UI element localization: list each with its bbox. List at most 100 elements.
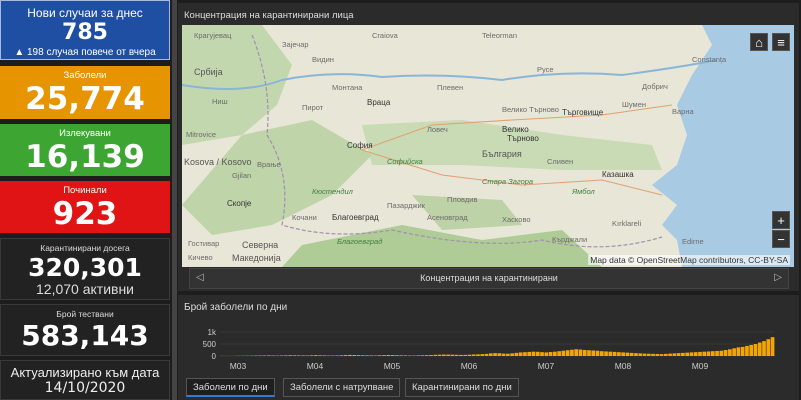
tab-cumulative-cases[interactable]: Заболели с натрупване (283, 378, 401, 397)
bar[interactable] (510, 353, 514, 356)
bar[interactable] (557, 351, 561, 356)
bar[interactable] (437, 354, 442, 356)
bar[interactable] (309, 355, 314, 356)
bar[interactable] (698, 351, 702, 356)
bar[interactable] (518, 352, 523, 356)
bar[interactable] (390, 355, 395, 356)
bar[interactable] (578, 349, 583, 356)
bar[interactable] (266, 355, 271, 356)
bar[interactable] (553, 351, 557, 356)
bar[interactable] (621, 352, 625, 356)
bar[interactable] (352, 355, 357, 356)
bar[interactable] (296, 355, 301, 356)
bar[interactable] (570, 349, 574, 356)
bar[interactable] (587, 350, 591, 356)
bar[interactable] (646, 353, 651, 356)
legend-list-icon[interactable]: ≡ (772, 33, 790, 51)
bar[interactable] (288, 355, 292, 356)
bar[interactable] (279, 355, 284, 356)
bar[interactable] (617, 352, 621, 356)
bar[interactable] (305, 355, 310, 356)
bar[interactable] (386, 355, 391, 356)
bar[interactable] (343, 355, 348, 356)
tab-daily-quarantined[interactable]: Карантинирани по дни (405, 378, 519, 397)
bar[interactable] (685, 352, 690, 356)
bar[interactable] (403, 355, 408, 356)
bar[interactable] (514, 352, 519, 356)
bar[interactable] (693, 352, 698, 356)
bar[interactable] (535, 351, 540, 356)
home-icon[interactable]: ⌂ (750, 33, 768, 51)
bar[interactable] (420, 355, 425, 356)
bar[interactable] (689, 352, 694, 356)
bar[interactable] (335, 355, 339, 356)
bar[interactable] (313, 355, 318, 356)
bar[interactable] (365, 355, 369, 356)
bar[interactable] (642, 353, 647, 356)
bar[interactable] (540, 352, 544, 356)
bar[interactable] (339, 355, 344, 356)
map-view[interactable]: Крагујевац Зајечар Craiova Teleorman Рус… (182, 25, 794, 267)
bar[interactable] (450, 354, 455, 356)
bar[interactable] (681, 352, 685, 356)
bar[interactable] (659, 354, 664, 356)
bar[interactable] (762, 341, 766, 356)
bar[interactable] (480, 354, 485, 356)
bar[interactable] (702, 351, 707, 356)
bar[interactable] (433, 354, 438, 356)
bar[interactable] (770, 337, 775, 356)
bar[interactable] (604, 351, 608, 356)
bar[interactable] (369, 355, 374, 356)
bar[interactable] (506, 353, 510, 356)
bar[interactable] (544, 352, 549, 356)
map-attribution[interactable]: Map data © OpenStreetMap contributors, C… (588, 255, 790, 265)
bar[interactable] (395, 355, 399, 356)
bar[interactable] (561, 350, 566, 356)
bar[interactable] (348, 354, 352, 356)
bar[interactable] (582, 350, 587, 356)
bar[interactable] (356, 355, 361, 356)
bar[interactable] (710, 351, 715, 356)
bar[interactable] (715, 350, 719, 356)
bar[interactable] (463, 354, 468, 356)
bar[interactable] (574, 349, 579, 356)
bar[interactable] (471, 354, 476, 356)
bar[interactable] (377, 355, 382, 356)
bar[interactable] (322, 355, 327, 356)
bar[interactable] (719, 350, 724, 356)
bar[interactable] (591, 350, 596, 356)
bar[interactable] (497, 353, 502, 356)
bar[interactable] (565, 350, 570, 356)
bar[interactable] (548, 352, 553, 356)
bar[interactable] (424, 355, 429, 356)
bar[interactable] (668, 353, 672, 356)
bar[interactable] (745, 345, 749, 356)
carousel-next-icon[interactable]: ▷ (774, 272, 782, 283)
bar[interactable] (664, 353, 668, 356)
bar[interactable] (749, 344, 754, 356)
bar[interactable] (740, 346, 745, 356)
zoom-out-button[interactable]: − (772, 230, 790, 248)
bar[interactable] (446, 354, 450, 356)
bar[interactable] (629, 352, 634, 356)
bar[interactable] (672, 353, 677, 356)
tab-daily-cases[interactable]: Заболели по дни (186, 378, 275, 397)
bar[interactable] (484, 353, 489, 356)
bar[interactable] (706, 351, 711, 356)
bar[interactable] (360, 355, 365, 356)
bar[interactable] (373, 355, 378, 356)
bar[interactable] (736, 347, 741, 356)
bar[interactable] (651, 353, 655, 356)
sidebar-scrollbar[interactable] (172, 0, 177, 400)
bar[interactable] (416, 355, 421, 356)
bar[interactable] (467, 354, 472, 356)
bar[interactable] (634, 353, 638, 356)
bar[interactable] (476, 354, 480, 356)
bar[interactable] (399, 355, 403, 356)
bar[interactable] (599, 351, 604, 356)
bar[interactable] (382, 355, 386, 356)
bar[interactable] (612, 351, 617, 356)
bar[interactable] (429, 355, 433, 356)
bar[interactable] (442, 354, 446, 356)
bar[interactable] (766, 339, 771, 356)
